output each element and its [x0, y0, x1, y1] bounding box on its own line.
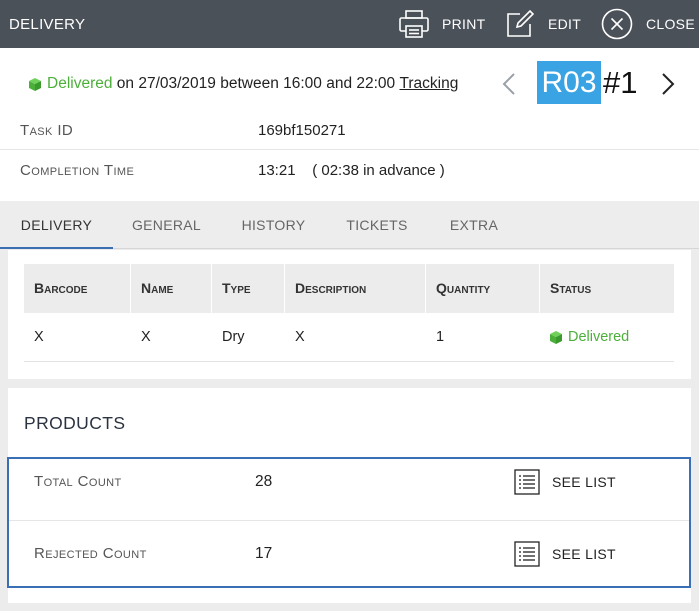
rejected-count-value: 17 — [255, 545, 273, 562]
products-title: PRODUCTS — [24, 413, 126, 433]
rejected-count-label: Rejected Count — [34, 545, 147, 562]
print-button[interactable]: PRINT — [398, 0, 486, 48]
top-bar: DELIVERY PRINT EDIT CLOSE — [0, 0, 699, 48]
tab-bar: DELIVERY GENERAL HISTORY TICKETS EXTRA — [0, 201, 699, 249]
table-header: Barcode Name Type Description Quantity S… — [24, 264, 674, 313]
completion-time-label: Completion Time — [20, 162, 135, 179]
completion-time-value: 13:21 ( 02:38 in advance ) — [258, 162, 445, 179]
products-counts-box: Total Count 28 SEE LIST Rejected Count 1… — [7, 457, 691, 588]
close-label: CLOSE — [646, 16, 695, 32]
tab-general[interactable]: GENERAL — [113, 201, 220, 249]
cell-quantity: 1 — [436, 329, 445, 345]
see-list-button[interactable]: SEE LIST — [514, 469, 616, 495]
next-arrow-icon[interactable] — [659, 70, 677, 98]
list-icon — [514, 469, 540, 495]
edit-button[interactable]: EDIT — [506, 0, 581, 48]
rejected-count-row: Rejected Count 17 SEE LIST — [9, 521, 689, 583]
see-list-label: SEE LIST — [552, 474, 616, 490]
package-icon — [29, 77, 41, 91]
task-id-value: 169bf150271 — [258, 122, 346, 139]
cell-type: Dry — [222, 329, 245, 345]
header-description: Description — [285, 264, 426, 313]
cell-barcode: X — [34, 329, 44, 345]
see-list-label: SEE LIST — [552, 546, 616, 562]
row-divider — [24, 361, 674, 362]
close-button[interactable]: CLOSE — [601, 0, 695, 48]
package-icon — [550, 330, 562, 344]
close-icon — [601, 8, 633, 40]
delivery-date-window: on 27/03/2019 between 16:00 and 22:00 — [112, 75, 400, 92]
total-count-label: Total Count — [34, 473, 122, 490]
header-name: Name — [131, 264, 212, 313]
edit-label: EDIT — [548, 16, 582, 32]
tab-history[interactable]: HISTORY — [220, 201, 327, 249]
cell-status-text: Delivered — [568, 329, 630, 345]
header-quantity: Quantity — [426, 264, 540, 313]
status-delivered: Delivered — [47, 75, 113, 92]
tracking-link[interactable]: Tracking — [399, 75, 458, 93]
header-status: Status — [550, 280, 592, 296]
delivery-status-line: Delivered on 27/03/2019 between 16:00 an… — [29, 75, 458, 93]
route-stop-number: #1 — [603, 65, 638, 100]
window-title: DELIVERY — [9, 16, 86, 33]
route-code-badge: R03 — [537, 61, 601, 104]
cell-description: X — [295, 329, 305, 345]
tab-delivery[interactable]: DELIVERY — [0, 201, 113, 249]
cell-status: Delivered — [540, 313, 674, 361]
cell-name: X — [141, 329, 151, 345]
printer-icon — [399, 10, 429, 38]
header-barcode: Barcode — [24, 264, 131, 313]
tab-extra[interactable]: EXTRA — [427, 201, 521, 249]
task-id-label: Task ID — [20, 122, 74, 139]
see-list-button[interactable]: SEE LIST — [514, 541, 616, 567]
task-id-row: Task ID 169bf150271 — [0, 110, 699, 150]
total-count-row: Total Count 28 SEE LIST — [9, 459, 689, 521]
list-icon — [514, 541, 540, 567]
edit-icon — [507, 10, 534, 37]
total-count-value: 28 — [255, 473, 273, 490]
header-type: Type — [212, 264, 285, 313]
completion-time-row: Completion Time 13:21 ( 02:38 in advance… — [0, 150, 699, 190]
previous-arrow-icon[interactable] — [500, 70, 518, 98]
tab-tickets[interactable]: TICKETS — [327, 201, 427, 249]
print-label: PRINT — [442, 16, 486, 32]
